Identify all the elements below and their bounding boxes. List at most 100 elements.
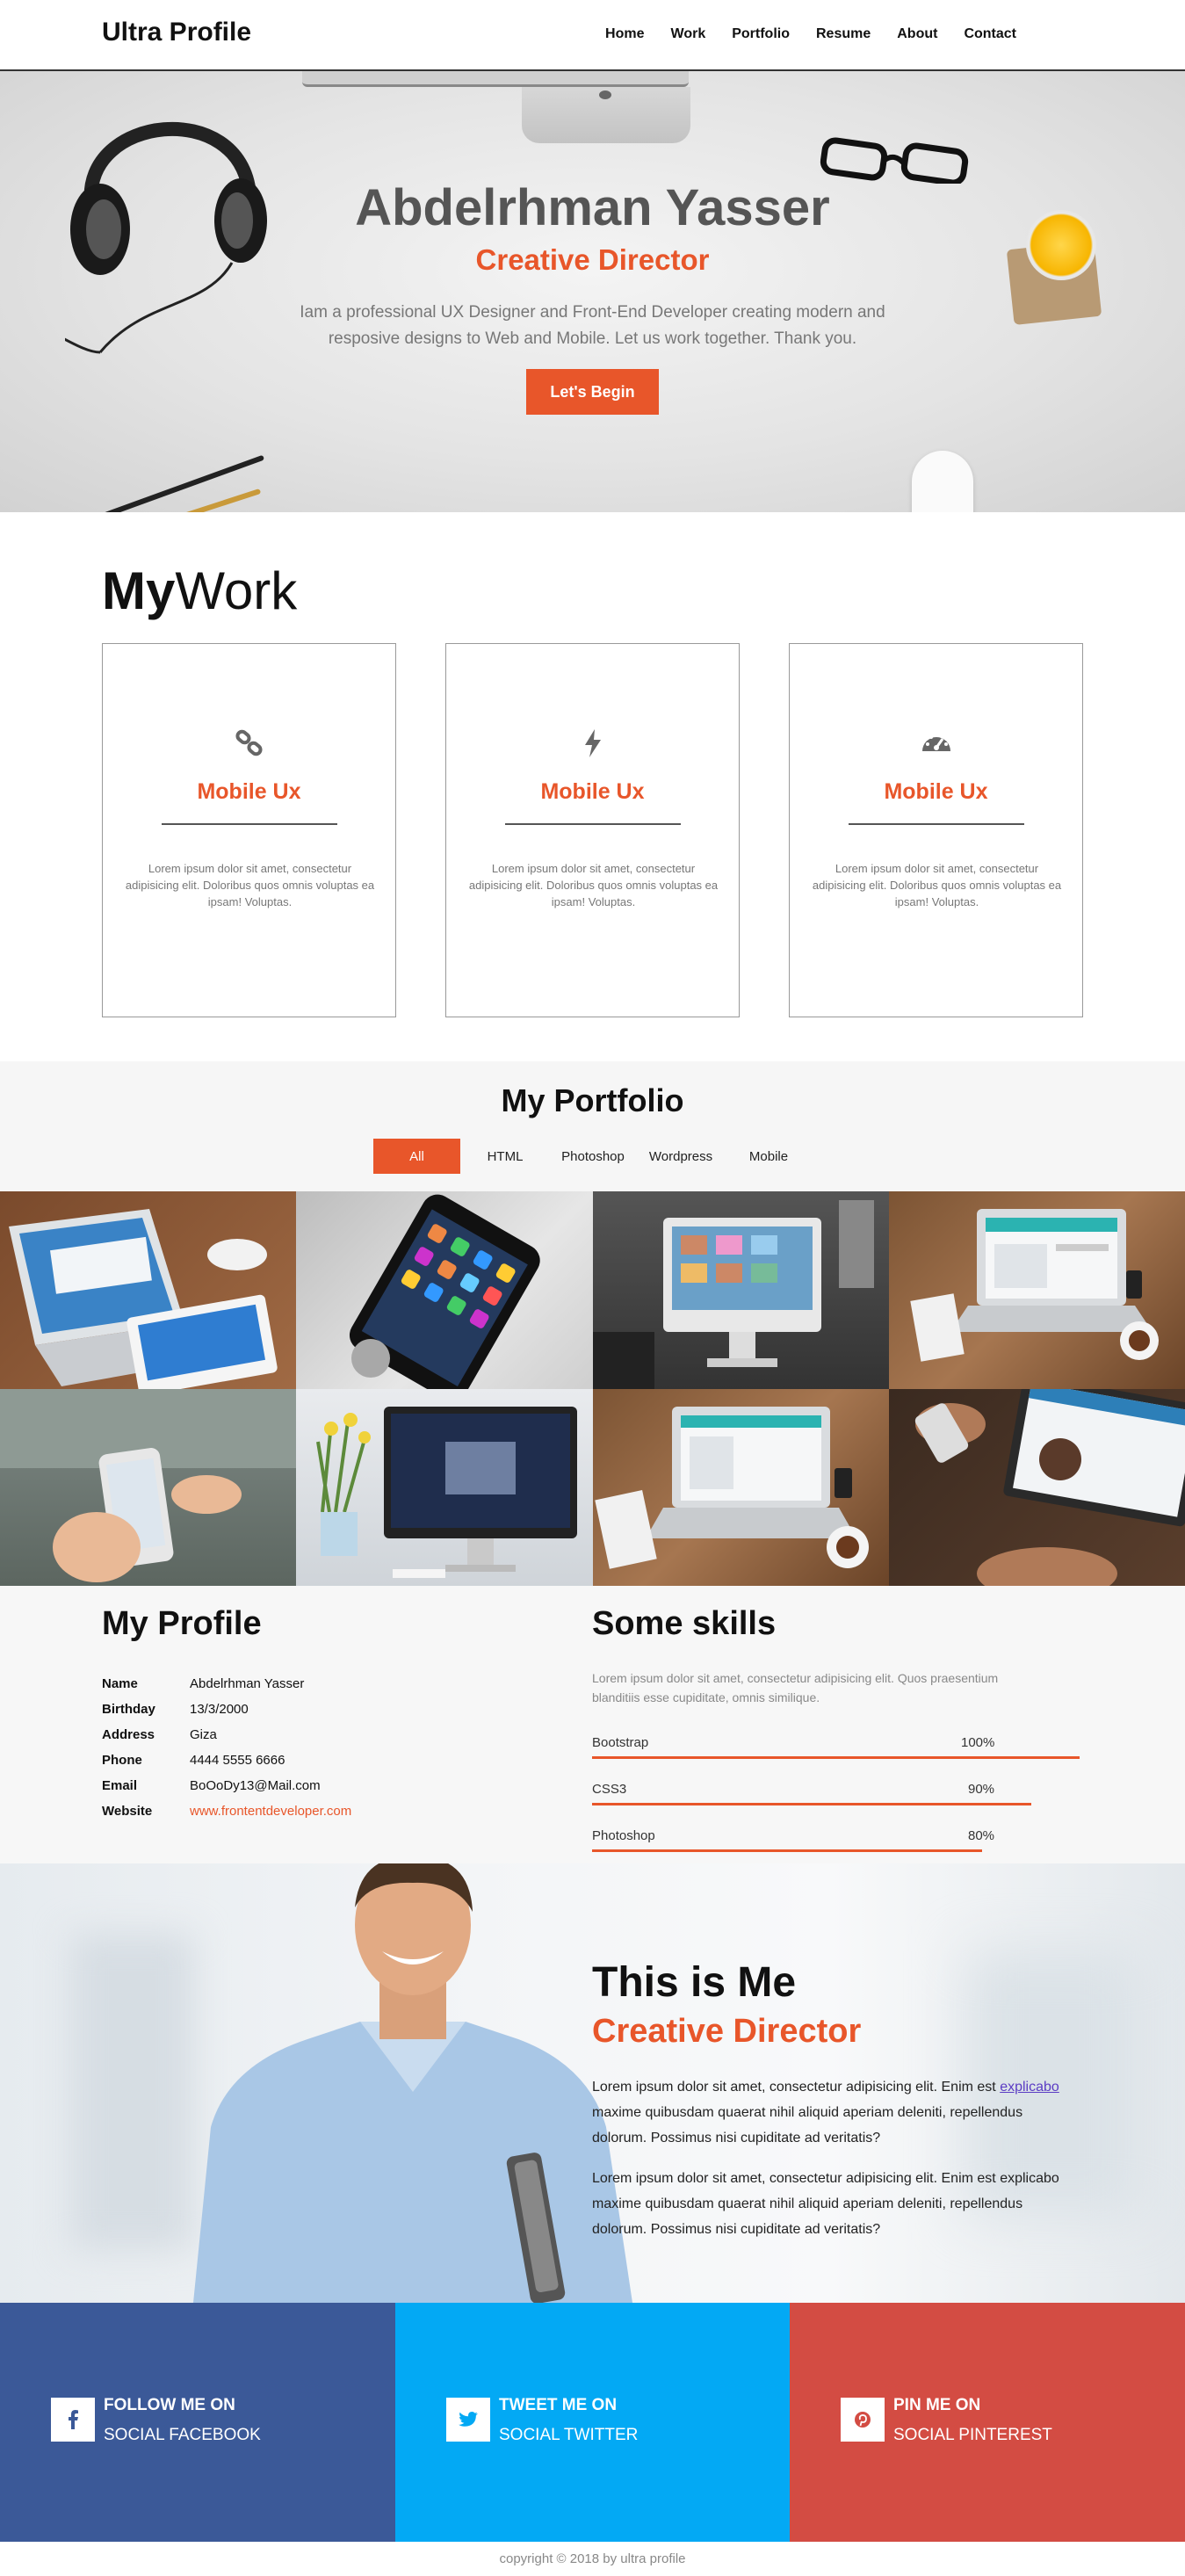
portfolio-title-bold: Portfolio: [553, 1082, 684, 1118]
about-paragraph: Lorem ipsum dolor sit amet, consectetur …: [592, 2074, 1066, 2151]
profile-value: BoOoDy13@Mail.com: [190, 1778, 321, 1793]
filter-mobile[interactable]: Mobile: [729, 1139, 808, 1174]
filter-photoshop[interactable]: Photoshop: [552, 1139, 634, 1174]
social-line2: SOCIAL PINTEREST: [893, 2426, 1052, 2444]
lets-begin-button[interactable]: Let's Begin: [526, 369, 659, 415]
about-paragraph: Lorem ipsum dolor sit amet, consectetur …: [592, 2171, 1059, 2237]
nav-link-about[interactable]: About: [897, 26, 937, 42]
social-line2: SOCIAL TWITTER: [499, 2426, 639, 2444]
skill-name: Bootstrap: [592, 1735, 649, 1750]
work-card-text: Lorem ipsum dolor sit amet, consectetur …: [125, 862, 375, 908]
hero-description: Iam a professional UX Designer and Front…: [300, 303, 885, 348]
skills-title: Some skills: [592, 1605, 776, 1643]
nav-links: Home Work Portfolio Resume About Contact: [605, 26, 1016, 42]
hero-role: Creative Director: [475, 243, 710, 276]
about-text: Lorem ipsum dolor sit amet, consectetur …: [592, 2080, 1001, 2095]
skills-description: Lorem ipsum dolor sit amet, consectetur …: [592, 1671, 999, 1704]
about-role: Creative Director: [592, 2013, 862, 2050]
profile-key: Email: [102, 1778, 138, 1793]
social-twitter[interactable]: TWEET ME ON SOCIAL TWITTER: [395, 2303, 790, 2542]
skills-title-light: skills: [692, 1605, 777, 1642]
filter-all[interactable]: All: [373, 1139, 460, 1174]
filter-wordpress[interactable]: Wordpress: [639, 1139, 722, 1174]
profile-key: Phone: [102, 1753, 142, 1768]
profile-row-website: Website www.frontentdeveloper.com: [102, 1804, 351, 1829]
work-card-text: Lorem ipsum dolor sit amet, consectetur …: [468, 862, 719, 908]
portfolio-filters: All HTML Photoshop Wordpress Mobile: [0, 1139, 1185, 1174]
skill-name: CSS3: [592, 1782, 627, 1797]
profile-title-light: My: [102, 1605, 148, 1642]
portfolio-item[interactable]: [593, 1191, 889, 1389]
monitor-image: [302, 71, 689, 87]
profile-value: Abdelrhman Yasser: [190, 1676, 305, 1691]
work-title-bold: My: [102, 561, 176, 620]
pinterest-icon: [841, 2398, 885, 2442]
skill-bar: [592, 1803, 1031, 1805]
profile-key: Website: [102, 1804, 153, 1819]
profile-key: Address: [102, 1727, 155, 1742]
portfolio-gallery: [0, 1191, 1185, 1586]
skills-title-bold: Some: [592, 1605, 683, 1642]
work-card-title: Mobile Ux: [884, 779, 988, 804]
pencil-image: [100, 454, 265, 512]
hero-section: Abdelrhman Yasser Creative Director Iam …: [0, 71, 1185, 512]
background-blur: [70, 1934, 193, 2250]
profile-row-birthday: Birthday 13/3/2000: [102, 1702, 351, 1727]
portfolio-section: My Portfolio All HTML Photoshop Wordpres…: [0, 1061, 1185, 1191]
skill-percent: 100%: [961, 1735, 995, 1750]
filter-html[interactable]: HTML: [470, 1139, 540, 1174]
mouse-image: [912, 451, 973, 512]
glasses-image: [820, 137, 969, 184]
footer-copyright: copyright © 2018 by ultra profile: [0, 2542, 1185, 2576]
portfolio-item[interactable]: [889, 1191, 1185, 1389]
about-title-light: This is: [592, 1959, 726, 2006]
work-section-title: MyWork: [102, 561, 297, 621]
skill-percent: 90%: [968, 1782, 995, 1797]
nav-link-home[interactable]: Home: [605, 26, 644, 42]
skill-bar: [592, 1849, 982, 1852]
portfolio-title-light: My: [501, 1082, 546, 1118]
portfolio-item[interactable]: [296, 1389, 593, 1586]
divider: [849, 823, 1024, 825]
skill-name: Photoshop: [592, 1828, 655, 1843]
portfolio-title: My Portfolio: [0, 1082, 1185, 1119]
work-card-text: Lorem ipsum dolor sit amet, consectetur …: [812, 862, 1062, 908]
explicabo-link[interactable]: explicabo: [1000, 2080, 1059, 2095]
about-title-bold: Me: [737, 1959, 797, 2006]
about-section: This is Me Creative Director Lorem ipsum…: [0, 1863, 1185, 2303]
work-card: Mobile Ux Lorem ipsum dolor sit amet, co…: [445, 643, 740, 1017]
work-card: Mobile Ux Lorem ipsum dolor sit amet, co…: [102, 643, 396, 1017]
brand-logo[interactable]: Ultra Profile: [102, 18, 251, 47]
social-line1: TWEET ME ON: [499, 2396, 618, 2414]
portfolio-item[interactable]: [593, 1389, 889, 1586]
profile-key: Name: [102, 1676, 138, 1691]
skill-bar: [592, 1756, 1080, 1759]
portfolio-item[interactable]: [889, 1389, 1185, 1586]
monitor-stand-image: [522, 87, 690, 143]
social-line1: FOLLOW ME ON: [104, 2396, 235, 2414]
portfolio-item[interactable]: [0, 1389, 296, 1586]
profile-value: Giza: [190, 1727, 217, 1742]
social-pinterest[interactable]: PIN ME ON SOCIAL PINTEREST: [790, 2303, 1185, 2542]
profile-row-email: Email BoOoDy13@Mail.com: [102, 1778, 351, 1804]
profile-title-bold: Profile: [157, 1605, 262, 1642]
nav-link-portfolio[interactable]: Portfolio: [732, 26, 790, 42]
portfolio-item[interactable]: [296, 1191, 593, 1389]
website-link[interactable]: www.frontentdeveloper.com: [190, 1804, 351, 1829]
social-line2: SOCIAL FACEBOOK: [104, 2426, 261, 2444]
dashboard-icon: [790, 728, 1082, 763]
portfolio-item[interactable]: [0, 1191, 296, 1389]
nav-link-resume[interactable]: Resume: [816, 26, 871, 42]
navbar: Ultra Profile Home Work Portfolio Resume…: [0, 0, 1185, 71]
profile-row-phone: Phone 4444 5555 6666: [102, 1753, 351, 1778]
profile-value: 13/3/2000: [190, 1702, 249, 1717]
work-card-title: Mobile Ux: [540, 779, 645, 804]
nav-link-contact[interactable]: Contact: [964, 26, 1016, 42]
skill-percent: 80%: [968, 1828, 995, 1843]
link-icon: [103, 728, 395, 763]
social-facebook[interactable]: FOLLOW ME ON SOCIAL FACEBOOK: [0, 2303, 395, 2542]
profile-value: 4444 5555 6666: [190, 1753, 285, 1768]
work-card-title: Mobile Ux: [197, 779, 301, 804]
facebook-icon: [51, 2398, 95, 2442]
nav-link-work[interactable]: Work: [671, 26, 706, 42]
